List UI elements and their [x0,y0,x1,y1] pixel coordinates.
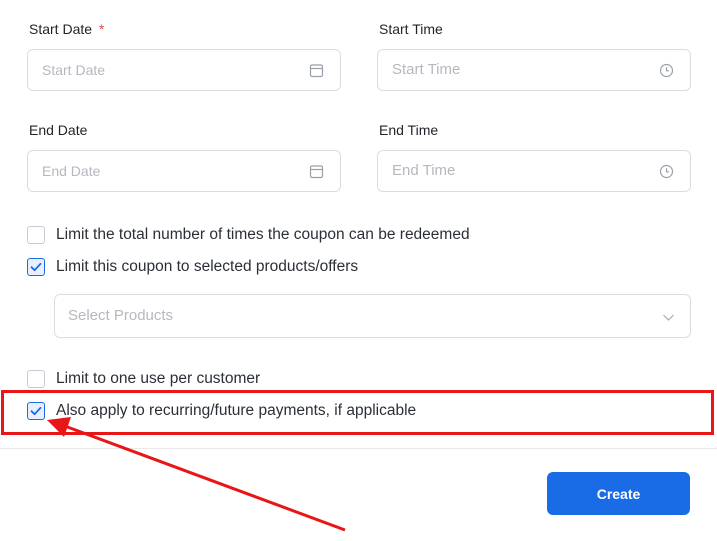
annotation-arrow-icon [47,417,346,532]
